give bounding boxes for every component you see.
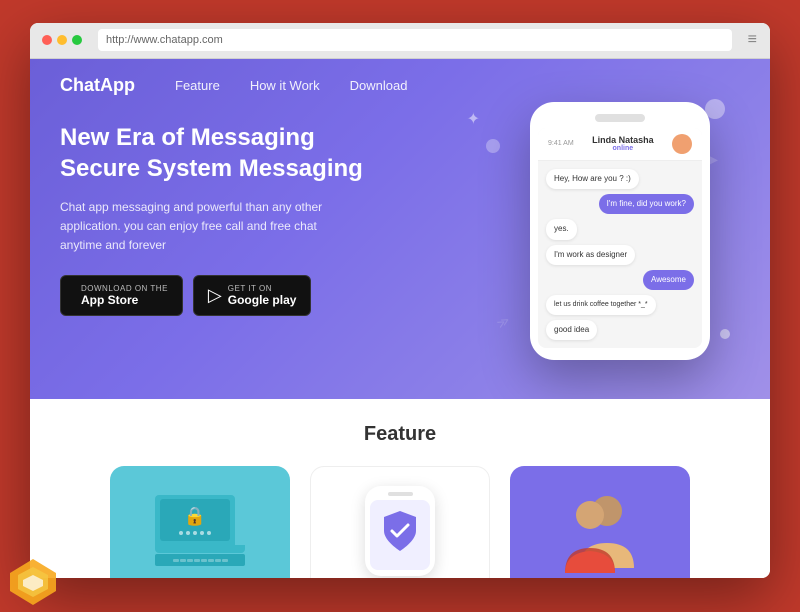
phone-contact: Linda Natasha online [574,135,672,152]
msg-7: good idea [546,320,597,340]
brand-logo[interactable]: ChatApp [60,75,135,96]
key-4 [194,559,200,562]
feature-card-connect: Connect [510,466,690,578]
appstore-main: App Store [81,293,168,307]
maximize-button[interactable] [72,35,82,45]
nav-download[interactable]: Download [350,78,408,93]
laptop-screen-inner: 🔒 [160,499,230,541]
nav-feature[interactable]: Feature [175,78,220,93]
phone-header: 9:41 AM Linda Natasha online [538,128,702,161]
close-button[interactable] [42,35,52,45]
hero-title-line1: New Era of Messaging [60,124,315,151]
googleplay-sub: GET IT ON [228,284,297,293]
phone-screen: 9:41 AM Linda Natasha online Hey, How ar… [538,128,702,348]
hero-description: Chat app messaging and powerful than any… [60,198,340,256]
laptop-screen: 🔒 [155,495,235,545]
key-7 [215,559,221,562]
secure-phone-notch [388,492,413,496]
privacy-card-bg: ✓ 🔒 [110,466,290,578]
googleplay-text: GET IT ON Google play [228,284,297,307]
privacy-laptop-icon: ✓ 🔒 [155,495,245,566]
secure-phone-icon [365,486,435,576]
chat-messages: Hey, How are you ? :) I'm fine, did you … [538,161,702,348]
key-5 [201,559,207,562]
msg-6: let us drink coffee together *_* [546,295,656,314]
menu-icon[interactable]: ≡ [748,31,758,49]
window-controls [42,35,82,45]
phone-status-bar: 9:41 AM [548,140,574,147]
laptop-keyboard [155,554,245,566]
contact-avatar [672,134,692,154]
secure-card-bg [310,466,490,578]
msg-5: Awesome [643,270,694,290]
address-bar[interactable]: http://www.chatapp.com [98,29,732,51]
key-6 [208,559,214,562]
features-title: Feature [60,423,740,446]
lock-icon: 🔒 [184,506,206,527]
appstore-button[interactable]: Download on the App Store [60,275,183,316]
key-1 [173,559,179,562]
key-2 [180,559,186,562]
people-icon [545,483,655,578]
pwd-dot-4 [200,531,204,535]
hero-title-line2: Secure System Messaging [60,155,363,182]
features-grid: ✓ 🔒 [60,466,740,578]
key-3 [187,559,193,562]
shield-check-icon [380,509,420,560]
features-section: Feature ✓ 🔒 [30,399,770,578]
pwd-dot-5 [207,531,211,535]
msg-2: I'm fine, did you work? [599,194,694,214]
url-text: http://www.chatapp.com [106,34,223,46]
contact-status: online [574,145,672,152]
appstore-sub: Download on the [81,284,168,293]
msg-1: Hey, How are you ? :) [546,169,639,189]
pwd-dot-2 [186,531,190,535]
phone-frame: 9:41 AM Linda Natasha online Hey, How ar… [530,102,710,360]
hero-section: ▶ ≫ ✦ ChatApp Feature How it Work Downlo… [30,59,770,399]
sketch-logo [8,557,43,592]
browser-window: http://www.chatapp.com ≡ ▶ ≫ ✦ ChatApp F… [30,23,770,578]
secure-phone-screen [370,500,430,570]
googleplay-button[interactable]: ▷ GET IT ON Google play [193,275,312,316]
connect-card-bg [510,466,690,578]
pwd-dot-1 [179,531,183,535]
hero-body: New Era of Messaging Secure System Messa… [30,112,770,337]
contact-name: Linda Natasha [574,135,672,145]
feature-card-secure: Secure [310,466,490,578]
key-8 [222,559,228,562]
googleplay-main: Google play [228,293,297,307]
password-dots [179,531,211,535]
msg-3: yes. [546,219,577,239]
phone-notch [595,114,645,122]
nav-how-it-work[interactable]: How it Work [250,78,320,93]
laptop-base [155,545,245,553]
page-content: ▶ ≫ ✦ ChatApp Feature How it Work Downlo… [30,59,770,578]
minimize-button[interactable] [57,35,67,45]
browser-toolbar: http://www.chatapp.com ≡ [30,23,770,59]
play-icon: ▷ [208,285,222,306]
msg-4: I'm work as designer [546,245,635,265]
pwd-dot-3 [193,531,197,535]
appstore-text: Download on the App Store [81,284,168,307]
phone-mockup: 9:41 AM Linda Natasha online Hey, How ar… [530,102,710,360]
feature-card-privacy: ✓ 🔒 [110,466,290,578]
